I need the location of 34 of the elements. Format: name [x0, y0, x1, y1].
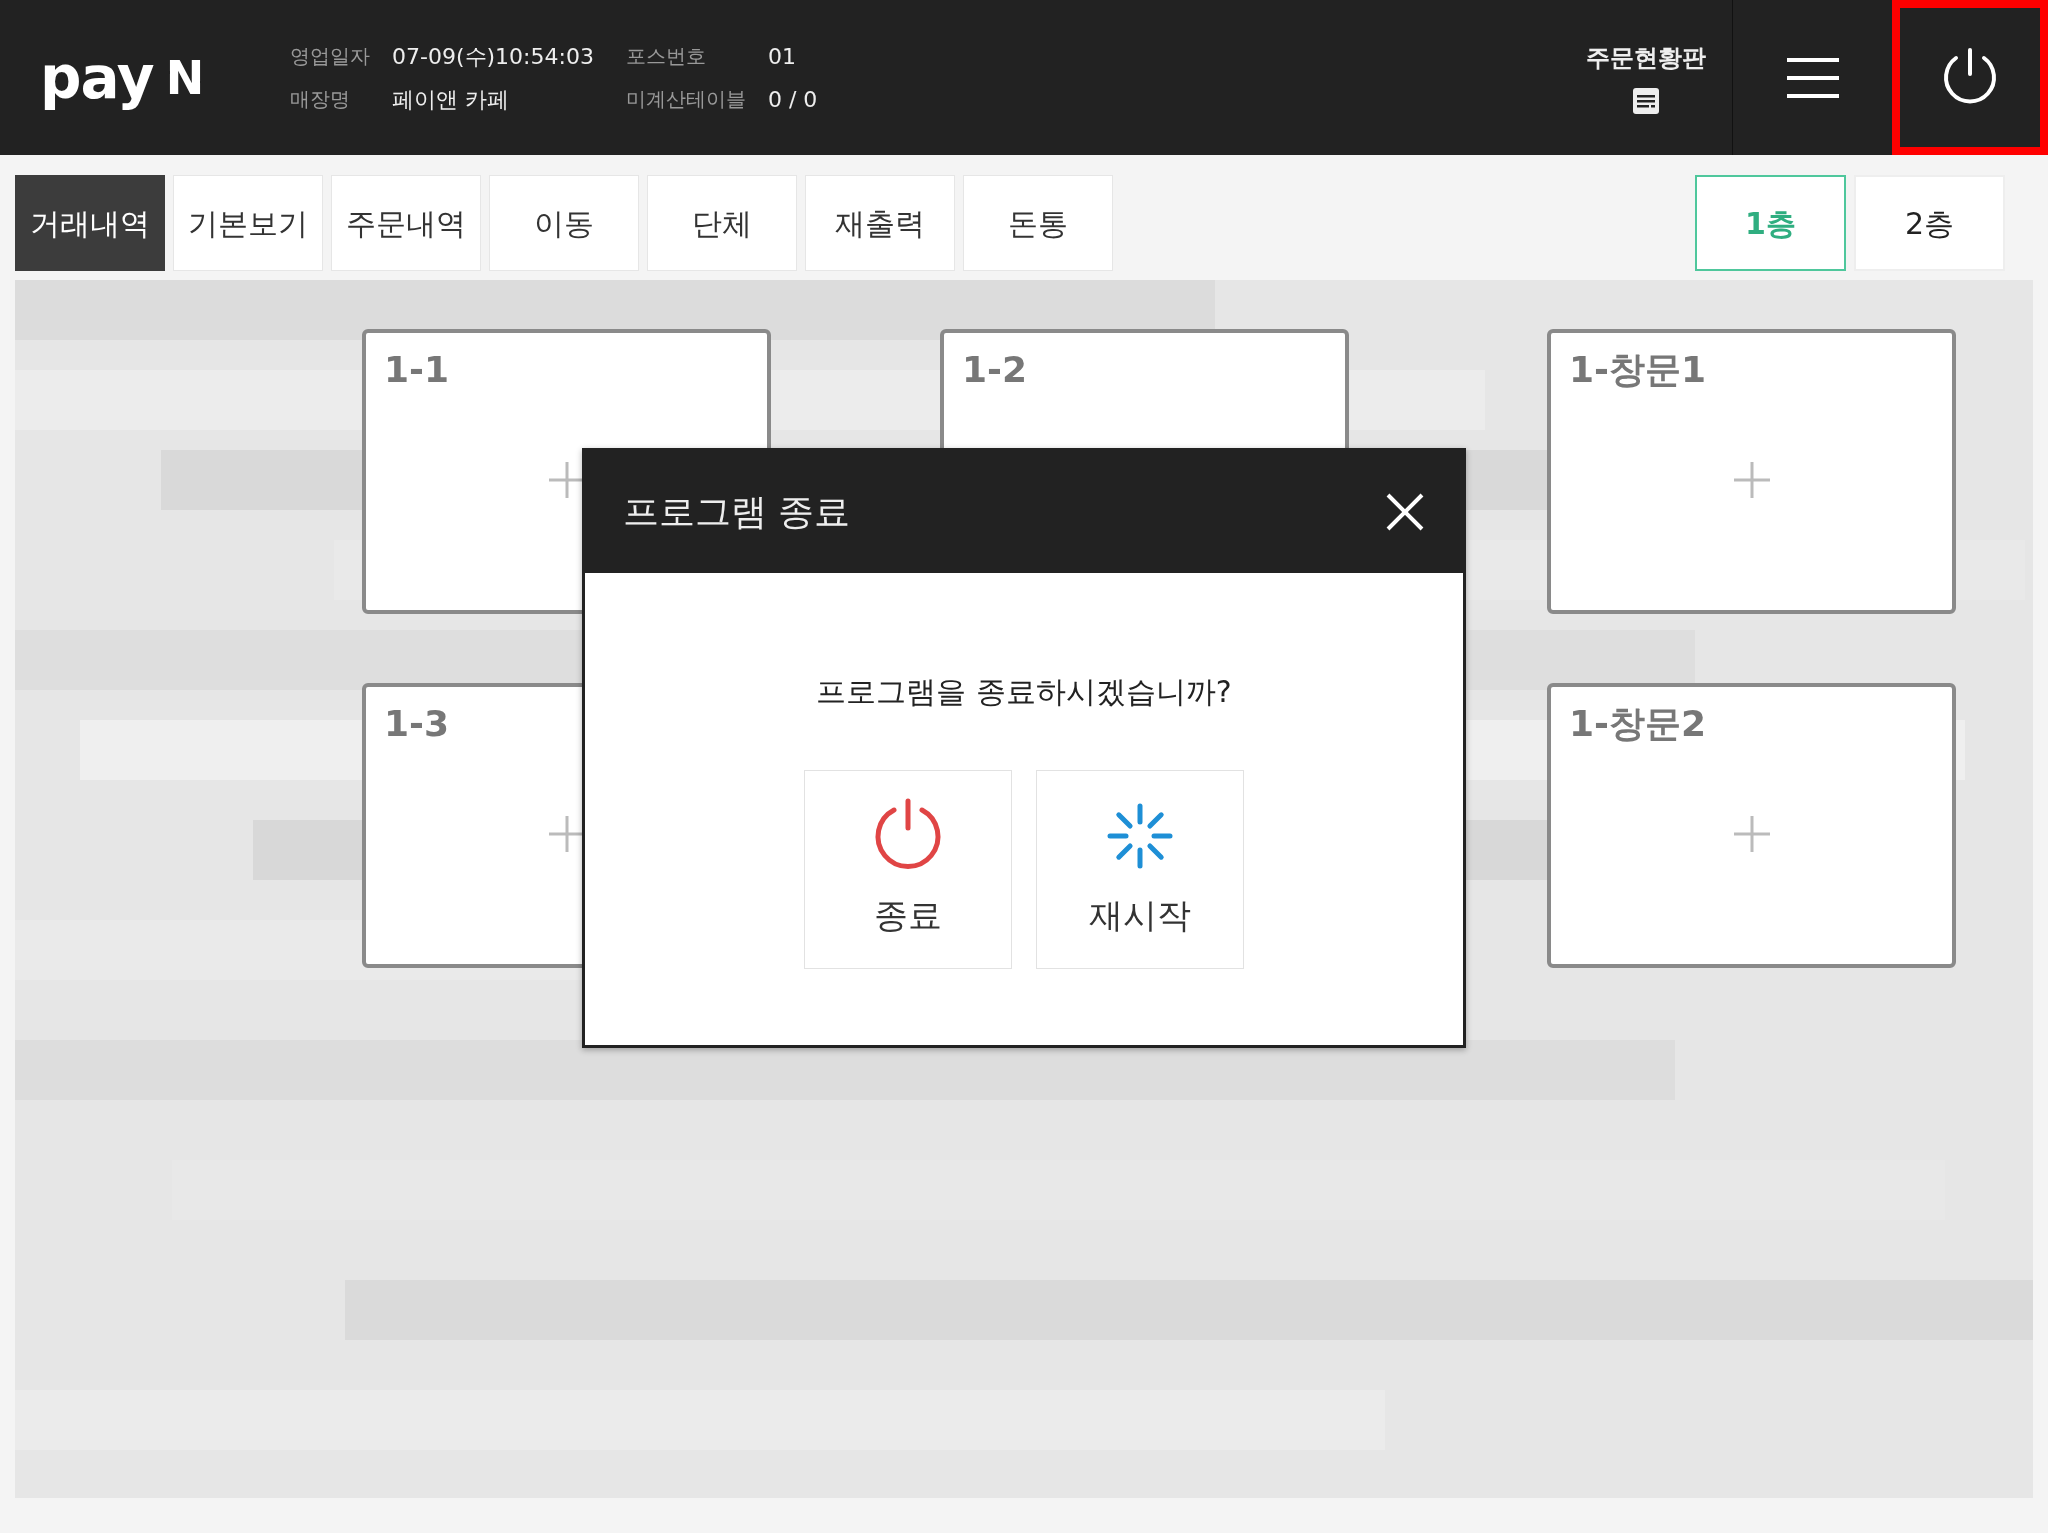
power-button[interactable] — [1892, 0, 2048, 155]
floor-tab[interactable]: 2층 — [1854, 175, 2005, 271]
info-value: 07-09(수)10:54:03 — [392, 42, 594, 71]
table-card[interactable]: 1-창문1 — [1547, 329, 1956, 614]
info-label: 영업일자 — [290, 43, 370, 70]
info-label: 미계산테이블 — [625, 86, 746, 113]
info-label: 포스번호 — [625, 43, 707, 70]
table-label: 1-창문1 — [1569, 348, 1707, 392]
info-value: 0 / 0 — [767, 85, 818, 114]
info-label: 매장명 — [290, 86, 351, 113]
table-label: 1-2 — [962, 348, 1028, 392]
info-value: 01 — [767, 42, 797, 71]
order-board-button[interactable]: 주문현황판 — [1580, 38, 1712, 117]
plus-icon — [1731, 459, 1772, 500]
table-label: 1-3 — [384, 702, 450, 746]
tab[interactable]: 주문내역 — [331, 175, 481, 271]
close-icon — [1385, 492, 1425, 532]
info-value: 페이앤 카페 — [392, 85, 510, 114]
menu-icon — [1786, 55, 1839, 100]
restart-button[interactable]: 재시작 — [1036, 770, 1244, 969]
tab[interactable]: 돈통 — [963, 175, 1113, 271]
plus-icon — [1731, 813, 1772, 854]
dialog-message: 프로그램을 종료하시겠습니까? — [815, 673, 1233, 711]
logo-mark: N — [165, 54, 205, 101]
tab[interactable]: 재출력 — [805, 175, 955, 271]
table-label: 1-1 — [384, 348, 450, 392]
table-label: 1-창문2 — [1569, 702, 1707, 746]
tab[interactable]: 기본보기 — [173, 175, 323, 271]
tab[interactable]: 이동 — [489, 175, 639, 271]
tab[interactable]: 거래내역 — [15, 175, 165, 271]
table-card[interactable]: 1-창문2 — [1547, 683, 1956, 968]
tab[interactable]: 단체 — [647, 175, 797, 271]
close-button[interactable] — [1385, 492, 1425, 532]
exit-button[interactable]: 종료 — [804, 770, 1012, 969]
